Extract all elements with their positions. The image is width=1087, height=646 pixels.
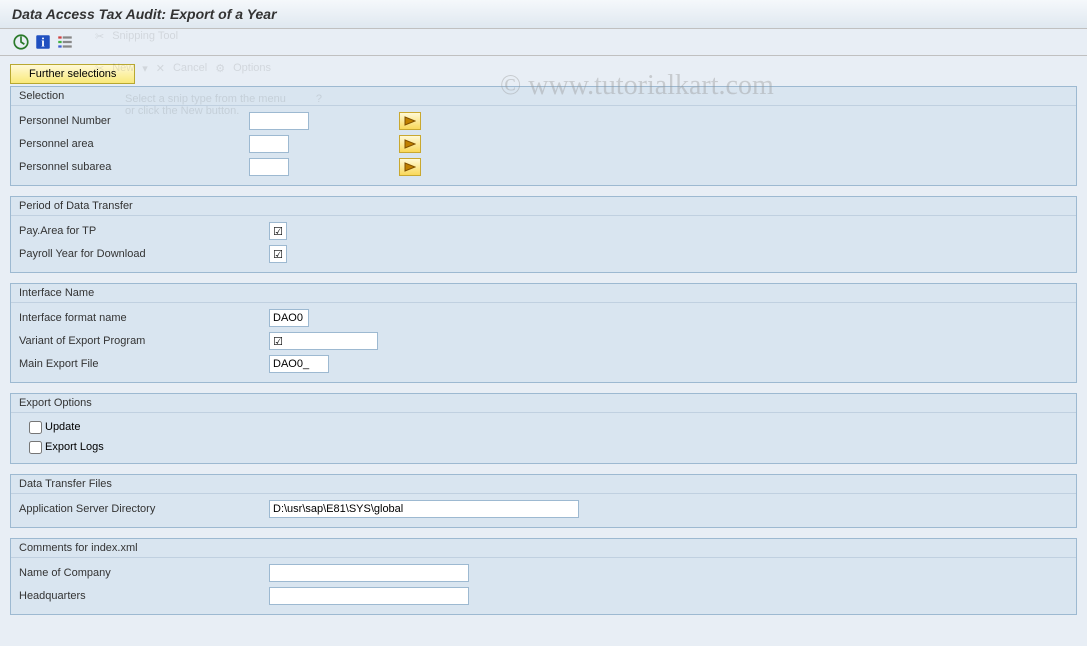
hq-input[interactable] [269,587,469,605]
svg-text:i: i [41,36,45,50]
group-export-options: Export Options Update Export Logs [10,393,1077,464]
pay-area-valuehelp[interactable]: ☑ [269,222,287,240]
toolbar: i [0,29,1087,56]
interface-format-label: Interface format name [19,312,269,324]
personnel-area-label: Personnel area [19,138,249,150]
interface-format-input[interactable] [269,309,309,327]
app-server-input[interactable] [269,500,579,518]
group-interface-header: Interface Name [11,284,1076,303]
personnel-subarea-multi-button[interactable] [399,158,421,176]
company-input[interactable] [269,564,469,582]
group-export-options-header: Export Options [11,394,1076,413]
personnel-subarea-label: Personnel subarea [19,161,249,173]
group-period: Period of Data Transfer Pay.Area for TP … [10,196,1077,273]
hq-label: Headquarters [19,590,269,602]
company-label: Name of Company [19,567,269,579]
info-icon[interactable]: i [34,33,52,51]
title-bar: Data Access Tax Audit: Export of a Year [0,0,1087,29]
app-server-label: Application Server Directory [19,503,269,515]
payroll-year-label: Payroll Year for Download [19,248,269,260]
export-logs-checkbox[interactable] [29,441,42,454]
payroll-year-valuehelp[interactable]: ☑ [269,245,287,263]
export-logs-label: Export Logs [45,441,104,453]
content-area: Further selections Selection Personnel N… [0,56,1087,633]
group-comments-header: Comments for index.xml [11,539,1076,558]
update-label: Update [45,421,80,433]
personnel-number-input[interactable] [249,112,309,130]
pay-area-label: Pay.Area for TP [19,225,269,237]
group-selection: Selection Personnel Number Personnel are… [10,86,1077,186]
group-data-transfer-header: Data Transfer Files [11,475,1076,494]
variant-input[interactable] [286,332,378,350]
execute-icon[interactable] [12,33,30,51]
update-checkbox[interactable] [29,421,42,434]
main-file-input[interactable] [269,355,329,373]
further-selections-button[interactable]: Further selections [10,64,135,84]
personnel-area-multi-button[interactable] [399,135,421,153]
personnel-subarea-input[interactable] [249,158,289,176]
group-data-transfer: Data Transfer Files Application Server D… [10,474,1077,528]
main-file-label: Main Export File [19,358,269,370]
personnel-area-input[interactable] [249,135,289,153]
variant-valuehelp[interactable]: ☑ [269,332,287,350]
list-icon[interactable] [56,33,74,51]
group-comments: Comments for index.xml Name of Company H… [10,538,1077,615]
page-title: Data Access Tax Audit: Export of a Year [12,6,277,22]
variant-label: Variant of Export Program [19,335,269,347]
group-interface: Interface Name Interface format name Var… [10,283,1077,383]
personnel-number-multi-button[interactable] [399,112,421,130]
group-selection-header: Selection [11,87,1076,106]
personnel-number-label: Personnel Number [19,115,249,127]
group-period-header: Period of Data Transfer [11,197,1076,216]
